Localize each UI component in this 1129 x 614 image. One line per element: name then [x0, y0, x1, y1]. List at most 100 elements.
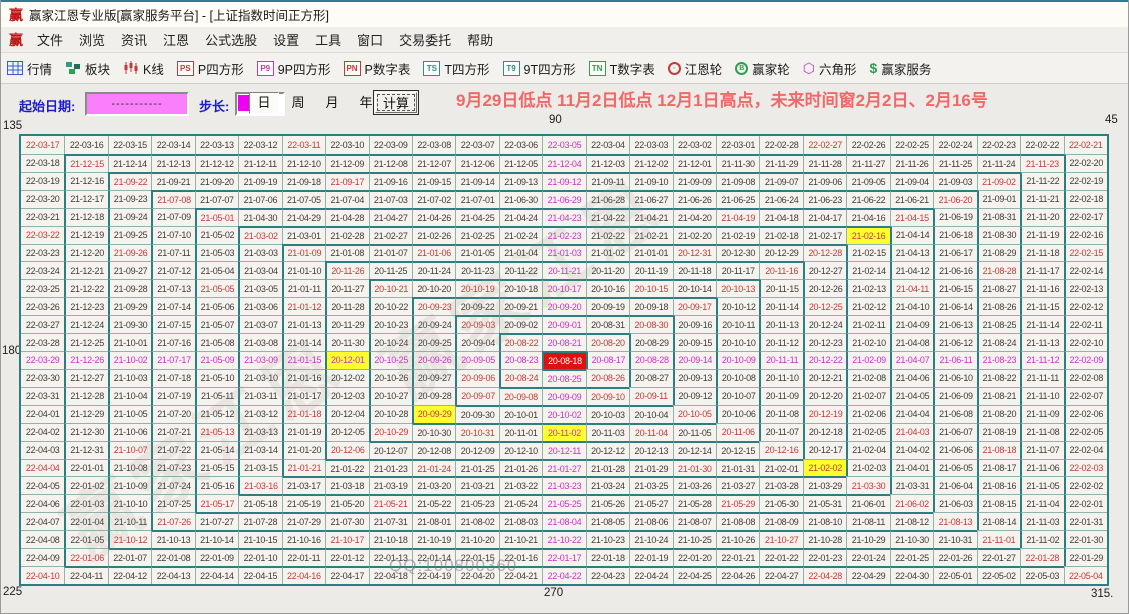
toolbar-button[interactable]: $赢家服务: [870, 59, 932, 78]
grid-cell: 21-10-04: [108, 387, 151, 405]
grid-cell: 20-11-03: [586, 423, 629, 441]
toolbar-button[interactable]: PNP数字表: [344, 59, 411, 78]
grid-cell: 22-04-05: [21, 476, 64, 494]
menu-item[interactable]: 江恩: [155, 27, 197, 52]
toolbar-button-label: 行情: [27, 59, 52, 78]
grid-cell: 20-08-23: [499, 351, 542, 369]
grid-cell: 21-08-13: [933, 512, 976, 530]
grid-cell: 22-04-10: [21, 566, 64, 584]
sector-blocks-icon: [65, 61, 81, 75]
grid-cell: 21-03-28: [759, 476, 802, 494]
grid-cell: 20-12-11: [542, 441, 585, 459]
grid-cell: 21-10-26: [716, 530, 759, 548]
menu-item[interactable]: 公式选股: [197, 27, 265, 52]
grid-cell: 20-11-13: [759, 315, 802, 333]
grid-cell: 21-09-19: [238, 172, 281, 190]
grid-cell: 22-04-20: [455, 566, 498, 584]
toolbar-button-label: 板块: [85, 59, 110, 78]
grid-cell: 21-02-16: [846, 226, 889, 244]
grid-cell: 22-03-17: [21, 136, 64, 154]
grid-cell: 20-12-07: [369, 441, 412, 459]
grid-cell: 20-12-24: [803, 315, 846, 333]
toolbar-button[interactable]: PSP四方形: [177, 59, 244, 78]
grid-cell: 21-11-05: [1020, 476, 1063, 494]
menu-item[interactable]: 设置: [265, 27, 307, 52]
grid-cell: 22-03-02: [673, 136, 716, 154]
grid-cell: 20-11-06: [716, 423, 759, 441]
grid-cell: 20-12-03: [325, 387, 368, 405]
grid-cell: 22-03-28: [21, 333, 64, 351]
grid-cell: 21-10-27: [759, 530, 802, 548]
angle-label-225: 225: [3, 586, 22, 598]
menu-item[interactable]: 资讯: [113, 27, 155, 52]
grid-cell: 21-08-14: [977, 512, 1020, 530]
grid-cell: 21-04-28: [325, 208, 368, 226]
menu-item[interactable]: 工具: [307, 27, 349, 52]
grid-cell: 20-09-28: [412, 387, 455, 405]
grid-cell: 21-09-10: [629, 172, 672, 190]
menu-item[interactable]: 窗口: [349, 27, 391, 52]
grid-cell: 22-05-02: [977, 566, 1020, 584]
grid-cell: 20-10-20: [412, 279, 455, 297]
menu-item[interactable]: 文件: [29, 27, 71, 52]
grid-cell: 21-01-08: [325, 244, 368, 262]
grid-cell: 22-04-27: [759, 566, 802, 584]
grid-cell: 21-05-20: [325, 494, 368, 512]
menu-item[interactable]: 交易委托: [391, 27, 459, 52]
grid-cell: 21-04-16: [846, 208, 889, 226]
grid-cell: 21-01-16: [282, 369, 325, 387]
grid-cell: 21-10-24: [629, 530, 672, 548]
toolbar-button[interactable]: ◦江恩轮: [668, 59, 723, 78]
grid-cell: 20-09-18: [629, 297, 672, 315]
grid-cell: 20-11-15: [759, 279, 802, 297]
grid-cell: 20-09-27: [412, 369, 455, 387]
grid-cell: 21-11-26: [890, 154, 933, 172]
grid-cell: 20-12-09: [455, 441, 498, 459]
menu-item[interactable]: 帮助: [459, 27, 501, 52]
grid-cell: 22-02-03: [1064, 459, 1107, 477]
toolbar-button[interactable]: P99P四方形: [257, 59, 331, 78]
grid-cell: 21-12-15: [64, 154, 107, 172]
toolbar-button[interactable]: 板块: [65, 59, 110, 78]
grid-cell: 21-08-30: [977, 226, 1020, 244]
grid-cell: 21-11-02: [1020, 530, 1063, 548]
grid-cell: 21-10-10: [108, 494, 151, 512]
grid-cell: 21-09-08: [716, 172, 759, 190]
grid-cell: 21-02-15: [846, 244, 889, 262]
grid-cell: 21-07-31: [369, 512, 412, 530]
toolbar-button[interactable]: T99T四方形: [503, 59, 576, 78]
grid-cell: 21-09-13: [499, 172, 542, 190]
grid-cell: 20-10-28: [369, 405, 412, 423]
grid-cell: 21-07-21: [151, 423, 194, 441]
grid-cell: 21-11-17: [1020, 261, 1063, 279]
grid-cell: 20-09-29: [412, 405, 455, 423]
grid-cell: 20-12-12: [586, 441, 629, 459]
grid-cell: 21-03-21: [455, 476, 498, 494]
grid-cell: 20-08-29: [629, 333, 672, 351]
menu-item[interactable]: 浏览: [71, 27, 113, 52]
grid-cell: 21-09-22: [108, 172, 151, 190]
grid-cell: 20-10-03: [586, 405, 629, 423]
grid-cell: 21-06-21: [890, 190, 933, 208]
toolbar-button[interactable]: TNT数字表: [589, 59, 655, 78]
grid-cell: 21-08-23: [977, 351, 1020, 369]
grid-cell: 22-01-13: [369, 548, 412, 566]
grid-cell: 21-12-18: [64, 208, 107, 226]
grid-cell: 22-02-01: [1064, 494, 1107, 512]
toolbar-button[interactable]: K线: [123, 59, 164, 78]
grid-cell: 22-02-09: [1064, 351, 1107, 369]
grid-cell: 21-07-28: [238, 512, 281, 530]
toolbar-button[interactable]: B赢家轮: [735, 59, 790, 78]
toolbar-button[interactable]: TST四方形: [423, 59, 489, 78]
grid-cell: 21-05-21: [369, 494, 412, 512]
grid-cell: 22-02-05: [1064, 423, 1107, 441]
grid-cell: 21-05-22: [412, 494, 455, 512]
toolbar-button[interactable]: 行情: [7, 59, 52, 78]
grid-cell: 22-02-25: [890, 136, 933, 154]
grid-cell: 21-06-13: [933, 315, 976, 333]
toolbar-button[interactable]: ⬡六角形: [803, 59, 857, 78]
grid-cell: 21-11-13: [1020, 333, 1063, 351]
grid-cell: 22-02-06: [1064, 405, 1107, 423]
grid-cell: 21-06-09: [933, 387, 976, 405]
grid-cell: 22-02-22: [1020, 136, 1063, 154]
